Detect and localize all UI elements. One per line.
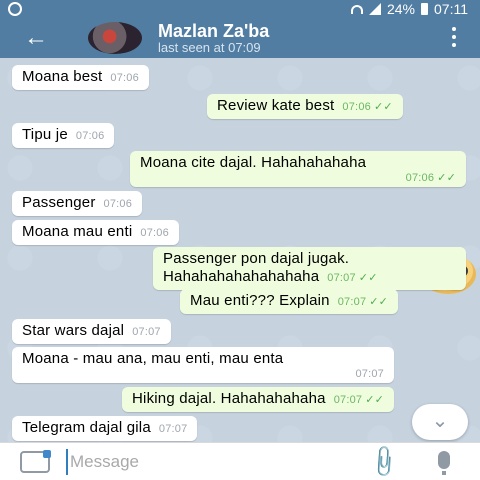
message-incoming[interactable]: Telegram dajal gila 07:07 — [12, 416, 198, 441]
message-time: 07:07 — [337, 296, 367, 308]
message-text: Passenger pon dajal jugak. — [163, 250, 350, 267]
message-incoming[interactable]: Moana mau enti 07:06 — [12, 220, 179, 245]
message-outgoing[interactable]: Passenger pon dajal jugak. Hahahahahahah… — [153, 247, 466, 290]
message-text-line2: Hahahahahahahahaha — [163, 268, 320, 285]
message-text: Hiking dajal. Hahahahahaha — [132, 390, 326, 407]
double-check-icon: ✓✓ — [358, 272, 378, 284]
message-text: Mau enti??? Explain — [190, 292, 330, 309]
scroll-down-button[interactable]: ⌄ — [412, 404, 468, 440]
message-list[interactable]: Moana best 07:06 Review kate best 07:06 ✓✓ … — [0, 58, 480, 442]
double-check-icon: ✓✓ — [365, 394, 385, 406]
status-time: 07:11 — [434, 1, 468, 17]
sticker-icon[interactable] — [20, 450, 51, 473]
message-incoming[interactable]: Moana best 07:06 — [12, 65, 149, 90]
battery-icon — [421, 3, 428, 15]
message-time: 07:06 — [342, 101, 371, 113]
message-text: Tipu je — [22, 126, 68, 143]
message-incoming[interactable]: Moana - mau ana, mau enti, mau enta 07:0… — [12, 347, 394, 383]
message-outgoing[interactable]: Hiking dajal. Hahahahahaha 07:07 ✓✓ — [122, 387, 395, 412]
signal-icon — [368, 3, 381, 15]
message-text: Star wars dajal — [22, 322, 125, 339]
message-text: Moana cite dajal. Hahahahahaha — [140, 154, 367, 171]
contact-name[interactable]: Mazlan Za'ba — [158, 21, 269, 42]
whatsapp-notification-icon — [8, 2, 22, 16]
message-time: 07:07 — [132, 326, 161, 338]
message-text: Telegram dajal gila — [22, 419, 151, 436]
dots-vertical-icon[interactable] — [452, 27, 456, 47]
message-incoming[interactable]: Passenger 07:06 — [12, 191, 143, 216]
message-outgoing[interactable]: Moana cite dajal. Hahahahahaha 07:06 ✓✓ — [130, 151, 466, 187]
message-time: 07:07 — [158, 423, 188, 435]
message-time: 07:07 — [333, 394, 363, 406]
message-text: Passenger — [22, 194, 96, 211]
message-text: Moana - mau ana, mau enti, mau enta — [22, 350, 284, 367]
message-text: Moana best — [22, 68, 103, 85]
message-composer: 📎 — [0, 442, 480, 480]
message-incoming[interactable]: Tipu je 07:06 — [12, 123, 115, 148]
chat-header: ← Mazlan Za'ba last seen at 07:09 — [0, 18, 480, 58]
double-check-icon: ✓✓ — [437, 172, 456, 184]
message-outgoing[interactable]: Review kate best 07:06 ✓✓ — [207, 94, 403, 119]
chevron-down-icon: ⌄ — [431, 410, 449, 432]
message-input[interactable] — [66, 449, 346, 475]
microphone-icon[interactable] — [438, 451, 450, 475]
message-time: 07:06 — [75, 130, 105, 142]
message-time: 07:06 — [110, 72, 139, 84]
message-time: 07:06 — [103, 198, 133, 210]
message-time: 07:06 — [140, 227, 169, 239]
arrow-left-icon[interactable]: ← — [24, 26, 48, 50]
avatar[interactable] — [88, 22, 142, 54]
message-text: Moana mau enti — [22, 223, 133, 240]
message-incoming[interactable]: Star wars dajal 07:07 — [12, 319, 171, 344]
message-text: Review kate best — [217, 97, 335, 114]
message-outgoing[interactable]: Mau enti??? Explain 07:07 ✓✓ — [180, 289, 399, 314]
message-time: 07:06 — [405, 172, 435, 184]
status-bar: 24% 07:11 — [0, 0, 480, 18]
battery-percent: 24% — [386, 1, 415, 17]
wifi-icon — [350, 4, 363, 14]
message-time: 07:07 — [355, 368, 384, 380]
double-check-icon: ✓✓ — [373, 101, 393, 113]
message-time: 07:07 — [327, 272, 356, 284]
double-check-icon: ✓✓ — [369, 296, 389, 308]
last-seen-status: last seen at 07:09 — [158, 40, 261, 55]
paperclip-icon[interactable]: 📎 — [365, 443, 403, 480]
